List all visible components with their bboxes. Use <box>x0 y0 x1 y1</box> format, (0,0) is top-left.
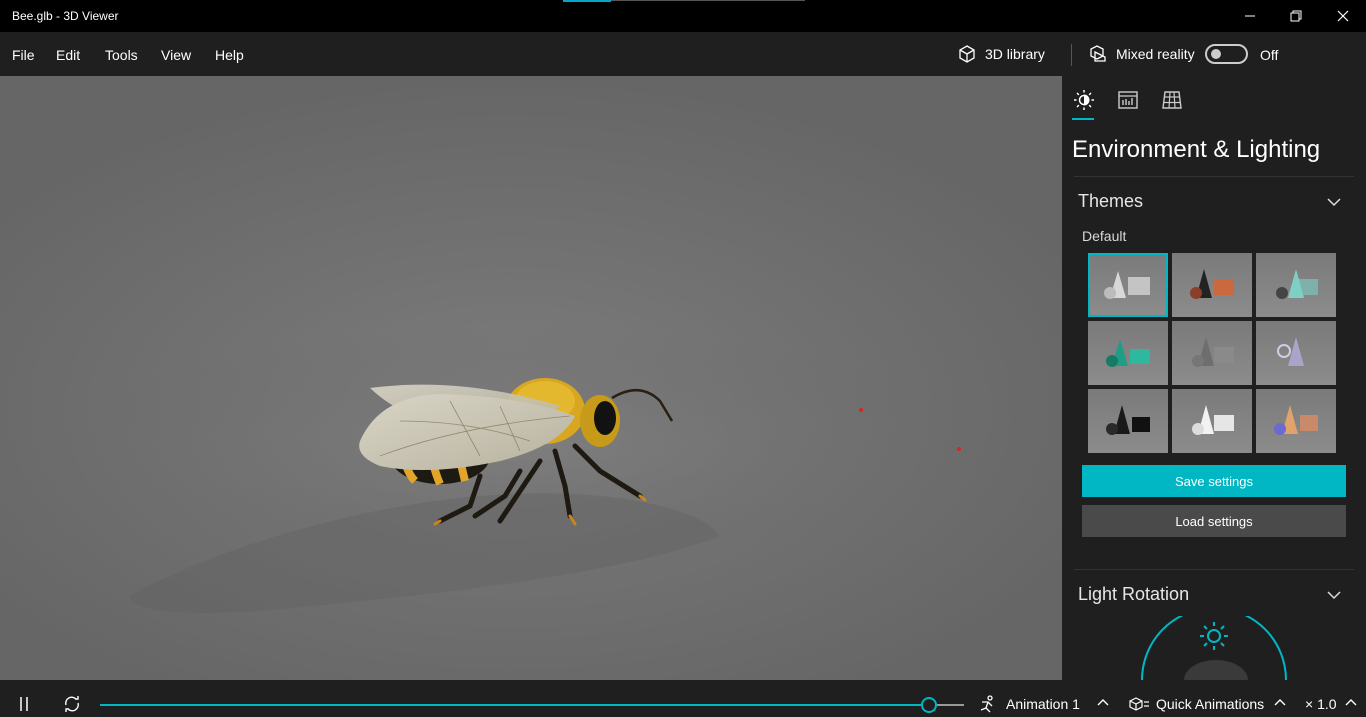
themes-header[interactable]: Themes <box>1078 191 1143 212</box>
theme-tile[interactable] <box>1256 253 1336 317</box>
light-rotation-header[interactable]: Light Rotation <box>1078 584 1189 605</box>
theme-tile[interactable] <box>1172 389 1252 453</box>
active-tab-indicator <box>1072 118 1094 120</box>
pause-icon[interactable] <box>16 695 32 713</box>
speed-select[interactable]: × 1.0 <box>1305 696 1337 712</box>
light-rotation-dial[interactable] <box>1124 616 1304 680</box>
close-icon <box>1337 10 1349 22</box>
close-button[interactable] <box>1320 0 1366 32</box>
theme-tile[interactable] <box>1088 389 1168 453</box>
3d-library-label: 3D library <box>985 46 1045 62</box>
grid-icon[interactable] <box>1160 88 1184 112</box>
theme-tile[interactable] <box>1088 253 1168 317</box>
divider <box>1074 569 1354 570</box>
theme-tile[interactable] <box>1256 389 1336 453</box>
chevron-down-icon[interactable] <box>1326 590 1342 600</box>
menu-tools[interactable]: Tools <box>105 47 138 63</box>
menu-file[interactable]: File <box>12 47 35 63</box>
themes-group-label: Default <box>1082 228 1127 244</box>
mixed-reality-icon <box>1090 45 1106 62</box>
menu-bar: File Edit Tools View Help 3D library Mix… <box>0 32 1366 76</box>
chevron-down-icon[interactable] <box>1326 197 1342 207</box>
quick-animations-select[interactable]: Quick Animations <box>1156 696 1264 712</box>
menu-edit[interactable]: Edit <box>56 47 80 63</box>
mixed-reality-label: Mixed reality <box>1116 46 1195 62</box>
panel-tabs <box>1062 76 1366 124</box>
restore-icon <box>1290 10 1302 22</box>
minimize-button[interactable] <box>1227 0 1273 32</box>
menu-help[interactable]: Help <box>215 47 244 63</box>
toggle-knob <box>1211 49 1221 59</box>
restore-button[interactable] <box>1273 0 1319 32</box>
divider <box>1074 176 1354 177</box>
3d-viewport[interactable] <box>0 76 1062 680</box>
3d-library-button[interactable]: 3D library <box>957 32 1045 76</box>
load-settings-button[interactable]: Load settings <box>1082 505 1346 537</box>
animation-select[interactable]: Animation 1 <box>1006 696 1080 712</box>
loop-icon[interactable] <box>62 695 82 713</box>
theme-tile[interactable] <box>1172 253 1252 317</box>
chevron-up-icon[interactable] <box>1097 698 1109 706</box>
minimize-icon <box>1245 15 1255 17</box>
toolbar-divider <box>1071 44 1072 66</box>
panel-title: Environment & Lighting <box>1072 136 1321 163</box>
timeline-remaining[interactable] <box>937 704 964 706</box>
window-title: Bee.glb - 3D Viewer <box>12 9 119 23</box>
title-progress-fill <box>563 0 611 2</box>
bee-model[interactable] <box>0 76 1062 680</box>
theme-tile[interactable] <box>1256 321 1336 385</box>
title-progress-track <box>611 0 805 1</box>
animation-icon <box>980 695 993 713</box>
sun-icon[interactable] <box>1200 622 1228 650</box>
chevron-up-icon[interactable] <box>1274 698 1286 706</box>
environment-panel: Environment & Lighting Themes Default Sa… <box>1062 76 1366 680</box>
mixed-reality-state: Off <box>1260 47 1279 63</box>
theme-tile[interactable] <box>1172 321 1252 385</box>
stats-icon[interactable] <box>1116 88 1140 112</box>
timeline-progress[interactable] <box>100 704 922 706</box>
chevron-up-icon[interactable] <box>1345 698 1357 706</box>
theme-tile[interactable] <box>1088 321 1168 385</box>
menu-view[interactable]: View <box>161 47 191 63</box>
sun-icon[interactable] <box>1072 88 1096 112</box>
timeline-thumb[interactable] <box>921 697 938 713</box>
mixed-reality-button[interactable]: Mixed reality <box>1088 32 1195 76</box>
save-settings-button[interactable]: Save settings <box>1082 465 1346 497</box>
title-bar: Bee.glb - 3D Viewer <box>0 0 1366 32</box>
playback-bar: Animation 1 Quick Animations × 1.0 <box>0 680 1366 717</box>
cube-icon <box>959 45 975 63</box>
quick-animations-icon <box>1129 697 1149 711</box>
mixed-reality-toggle[interactable] <box>1205 44 1248 64</box>
